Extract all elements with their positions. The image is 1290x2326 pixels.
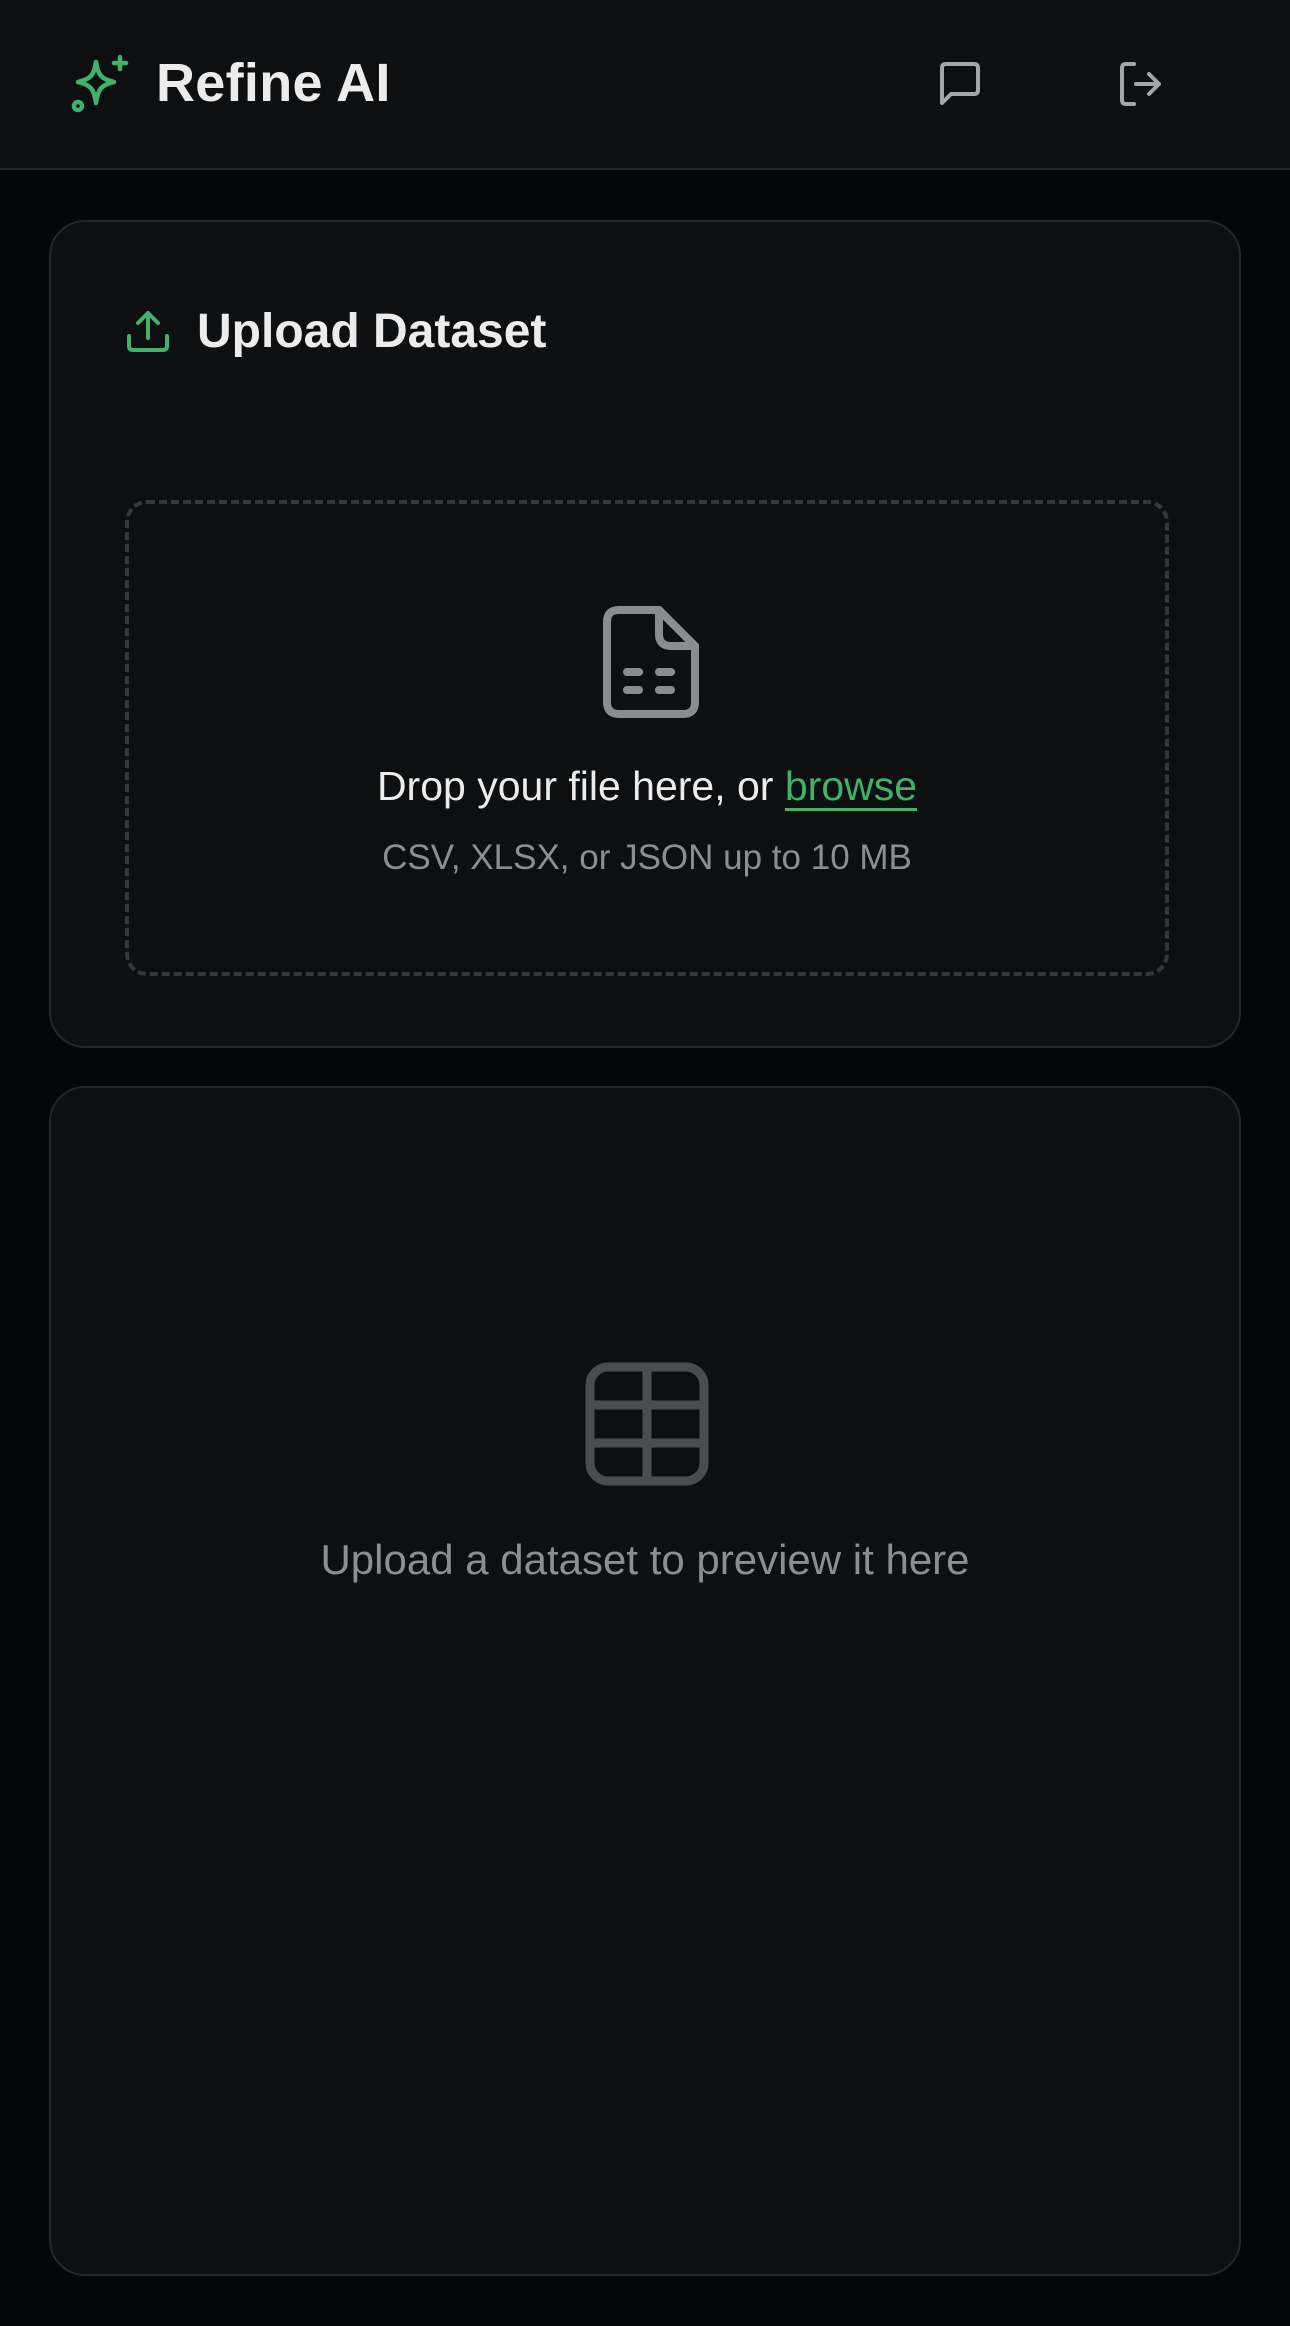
upload-card: Upload Dataset Drop your file here, or b… <box>49 220 1241 1048</box>
file-spreadsheet-icon <box>603 606 699 718</box>
app-header: Refine AI <box>0 0 1290 170</box>
upload-icon <box>127 311 169 352</box>
sparkles-icon <box>71 54 129 113</box>
log-out-icon <box>1120 62 1161 106</box>
table-icon <box>585 1362 709 1486</box>
file-dropzone[interactable]: Drop your file here, or browse CSV, XLSX… <box>125 500 1169 976</box>
chat-button[interactable] <box>928 52 992 116</box>
preview-empty-text: Upload a dataset to preview it here <box>320 1536 970 1583</box>
dataset-preview-card: Upload a dataset to preview it here <box>49 1086 1241 2276</box>
app-title: Refine AI <box>156 53 391 113</box>
browse-link[interactable]: browse <box>785 763 917 809</box>
logout-button[interactable] <box>1108 52 1172 116</box>
drop-prompt-text: Drop your file here, or <box>376 763 785 809</box>
card-title: Upload Dataset <box>197 305 547 358</box>
message-square-icon <box>940 62 980 105</box>
file-format-hint: CSV, XLSX, or JSON up to 10 MB <box>382 838 912 877</box>
drop-prompt: Drop your file here, or browse <box>129 760 1165 812</box>
